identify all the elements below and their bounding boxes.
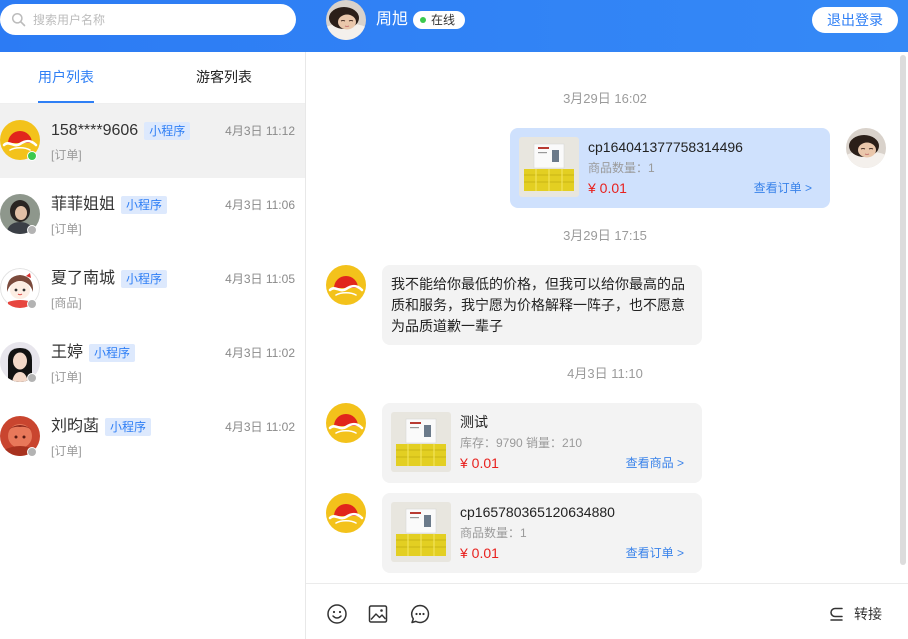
product-name: 测试 (460, 414, 488, 430)
emoji-icon[interactable] (326, 603, 348, 625)
status-badge: 在线 (413, 11, 465, 29)
last-message-time: 4月3日 11:02 (225, 420, 295, 434)
item-quantity: 商品数量：1 (460, 526, 527, 540)
message-timestamp: 4月3日 11:10 (567, 366, 643, 381)
customer-message-avatar (326, 265, 366, 305)
presence-dot-icon (27, 373, 37, 383)
product-card-message: 测试 库存：9790 销量：210 ¥ 0.01 查看商品 > (382, 403, 702, 483)
search-input[interactable] (33, 4, 283, 35)
product-thumbnail[interactable] (391, 412, 451, 472)
last-message-time: 4月3日 11:02 (225, 346, 295, 360)
view-product-link[interactable]: 查看商品 > (626, 455, 684, 471)
item-quantity: 商品数量：1 (588, 161, 655, 175)
presence-dot-icon (27, 299, 37, 309)
channel-tag: 小程序 (144, 122, 191, 140)
view-order-link[interactable]: 查看订单 > (626, 545, 684, 561)
product-price: ¥ 0.01 (460, 455, 499, 471)
user-name: 158****9606 (51, 122, 139, 139)
agent-name: 周旭 (376, 11, 409, 28)
order-number: cp165780365120634880 (460, 504, 615, 520)
user-name: 菲菲姐姐 (51, 196, 116, 213)
view-order-link[interactable]: 查看订单 > (754, 180, 812, 196)
user-title-row: 王婷 小程序 (51, 343, 136, 363)
chat-icon[interactable] (409, 603, 431, 625)
transfer-button[interactable]: 转接 (828, 605, 882, 623)
status-text: 在线 (431, 13, 456, 27)
order-card-message: cp164041377758314496 商品数量：1 ¥ 0.01 查看订单 … (510, 128, 830, 208)
user-list-item[interactable]: 菲菲姐姐 小程序 4月3日 11:06 [订单] (0, 178, 305, 252)
tab-guest-list[interactable]: 游客列表 (196, 52, 252, 102)
presence-dot-icon (27, 447, 37, 457)
agent-avatar (326, 0, 366, 40)
tab-user-list[interactable]: 用户列表 (38, 52, 94, 102)
channel-tag: 小程序 (121, 270, 168, 288)
user-list-item[interactable]: 夏了南城 小程序 4月3日 11:05 [商品] (0, 252, 305, 326)
last-message-time: 4月3日 11:06 (225, 198, 295, 212)
user-title-row: 刘昀菡 小程序 (51, 417, 152, 437)
order-card-message: cp165780365120634880 商品数量：1 ¥ 0.01 查看订单 … (382, 493, 702, 573)
chat-scrollbar[interactable] (900, 55, 906, 565)
last-message-preview: [订单] (51, 370, 82, 384)
presence-dot-icon (27, 225, 37, 235)
product-thumbnail[interactable] (391, 502, 451, 562)
channel-tag: 小程序 (121, 196, 168, 214)
message-timestamp: 3月29日 16:02 (563, 91, 647, 106)
text-message: 我不能给你最低的价格，但我可以给你最高的品质和服务，我宁愿为价格解释一阵子，也不… (382, 265, 702, 345)
user-title-row: 158****9606 小程序 (51, 121, 191, 141)
order-price: ¥ 0.01 (460, 545, 499, 561)
last-message-time: 4月3日 11:12 (225, 124, 295, 138)
product-thumbnail[interactable] (519, 137, 579, 197)
user-list-item[interactable]: 王婷 小程序 4月3日 11:02 [订单] (0, 326, 305, 400)
stock-and-sales: 库存：9790 销量：210 (460, 436, 583, 450)
customer-message-avatar (326, 493, 366, 533)
order-price: ¥ 0.01 (588, 180, 627, 196)
last-message-preview: [订单] (51, 148, 82, 162)
online-dot-icon (420, 17, 426, 23)
last-message-preview: [订单] (51, 222, 82, 236)
user-list-item[interactable]: 158****9606 小程序 4月3日 11:12 [订单] (0, 104, 305, 178)
user-name: 夏了南城 (51, 270, 116, 287)
message-timestamp: 3月29日 17:15 (563, 228, 647, 243)
last-message-preview: [商品] (51, 296, 82, 310)
user-name: 刘昀菡 (51, 418, 100, 435)
user-list: 158****9606 小程序 4月3日 11:12 [订单] 菲菲姐姐 小程序… (0, 104, 305, 639)
channel-tag: 小程序 (89, 344, 136, 362)
user-name: 王婷 (51, 344, 84, 361)
user-sidebar: 用户列表 游客列表 158****9606 小程序 4月3日 11:12 [订单… (0, 52, 306, 639)
logout-button[interactable]: 退出登录 (812, 7, 898, 33)
top-bar: 周旭 在线 退出登录 (0, 0, 908, 52)
chat-toolbar: 转接 (306, 583, 908, 639)
user-title-row: 夏了南城 小程序 (51, 269, 168, 289)
transfer-label: 转接 (854, 606, 882, 622)
agent-message-avatar (846, 128, 886, 168)
search-icon (11, 12, 26, 27)
presence-dot-icon (27, 151, 37, 161)
order-number: cp164041377758314496 (588, 139, 743, 155)
channel-tag: 小程序 (105, 418, 152, 436)
user-list-item[interactable]: 刘昀菡 小程序 4月3日 11:02 [订单] (0, 400, 305, 474)
last-message-preview: [订单] (51, 444, 82, 458)
transfer-icon (830, 607, 843, 621)
image-icon[interactable] (367, 603, 389, 625)
last-message-time: 4月3日 11:05 (225, 272, 295, 286)
customer-message-avatar (326, 403, 366, 443)
user-title-row: 菲菲姐姐 小程序 (51, 195, 168, 215)
search-box[interactable] (0, 4, 296, 35)
